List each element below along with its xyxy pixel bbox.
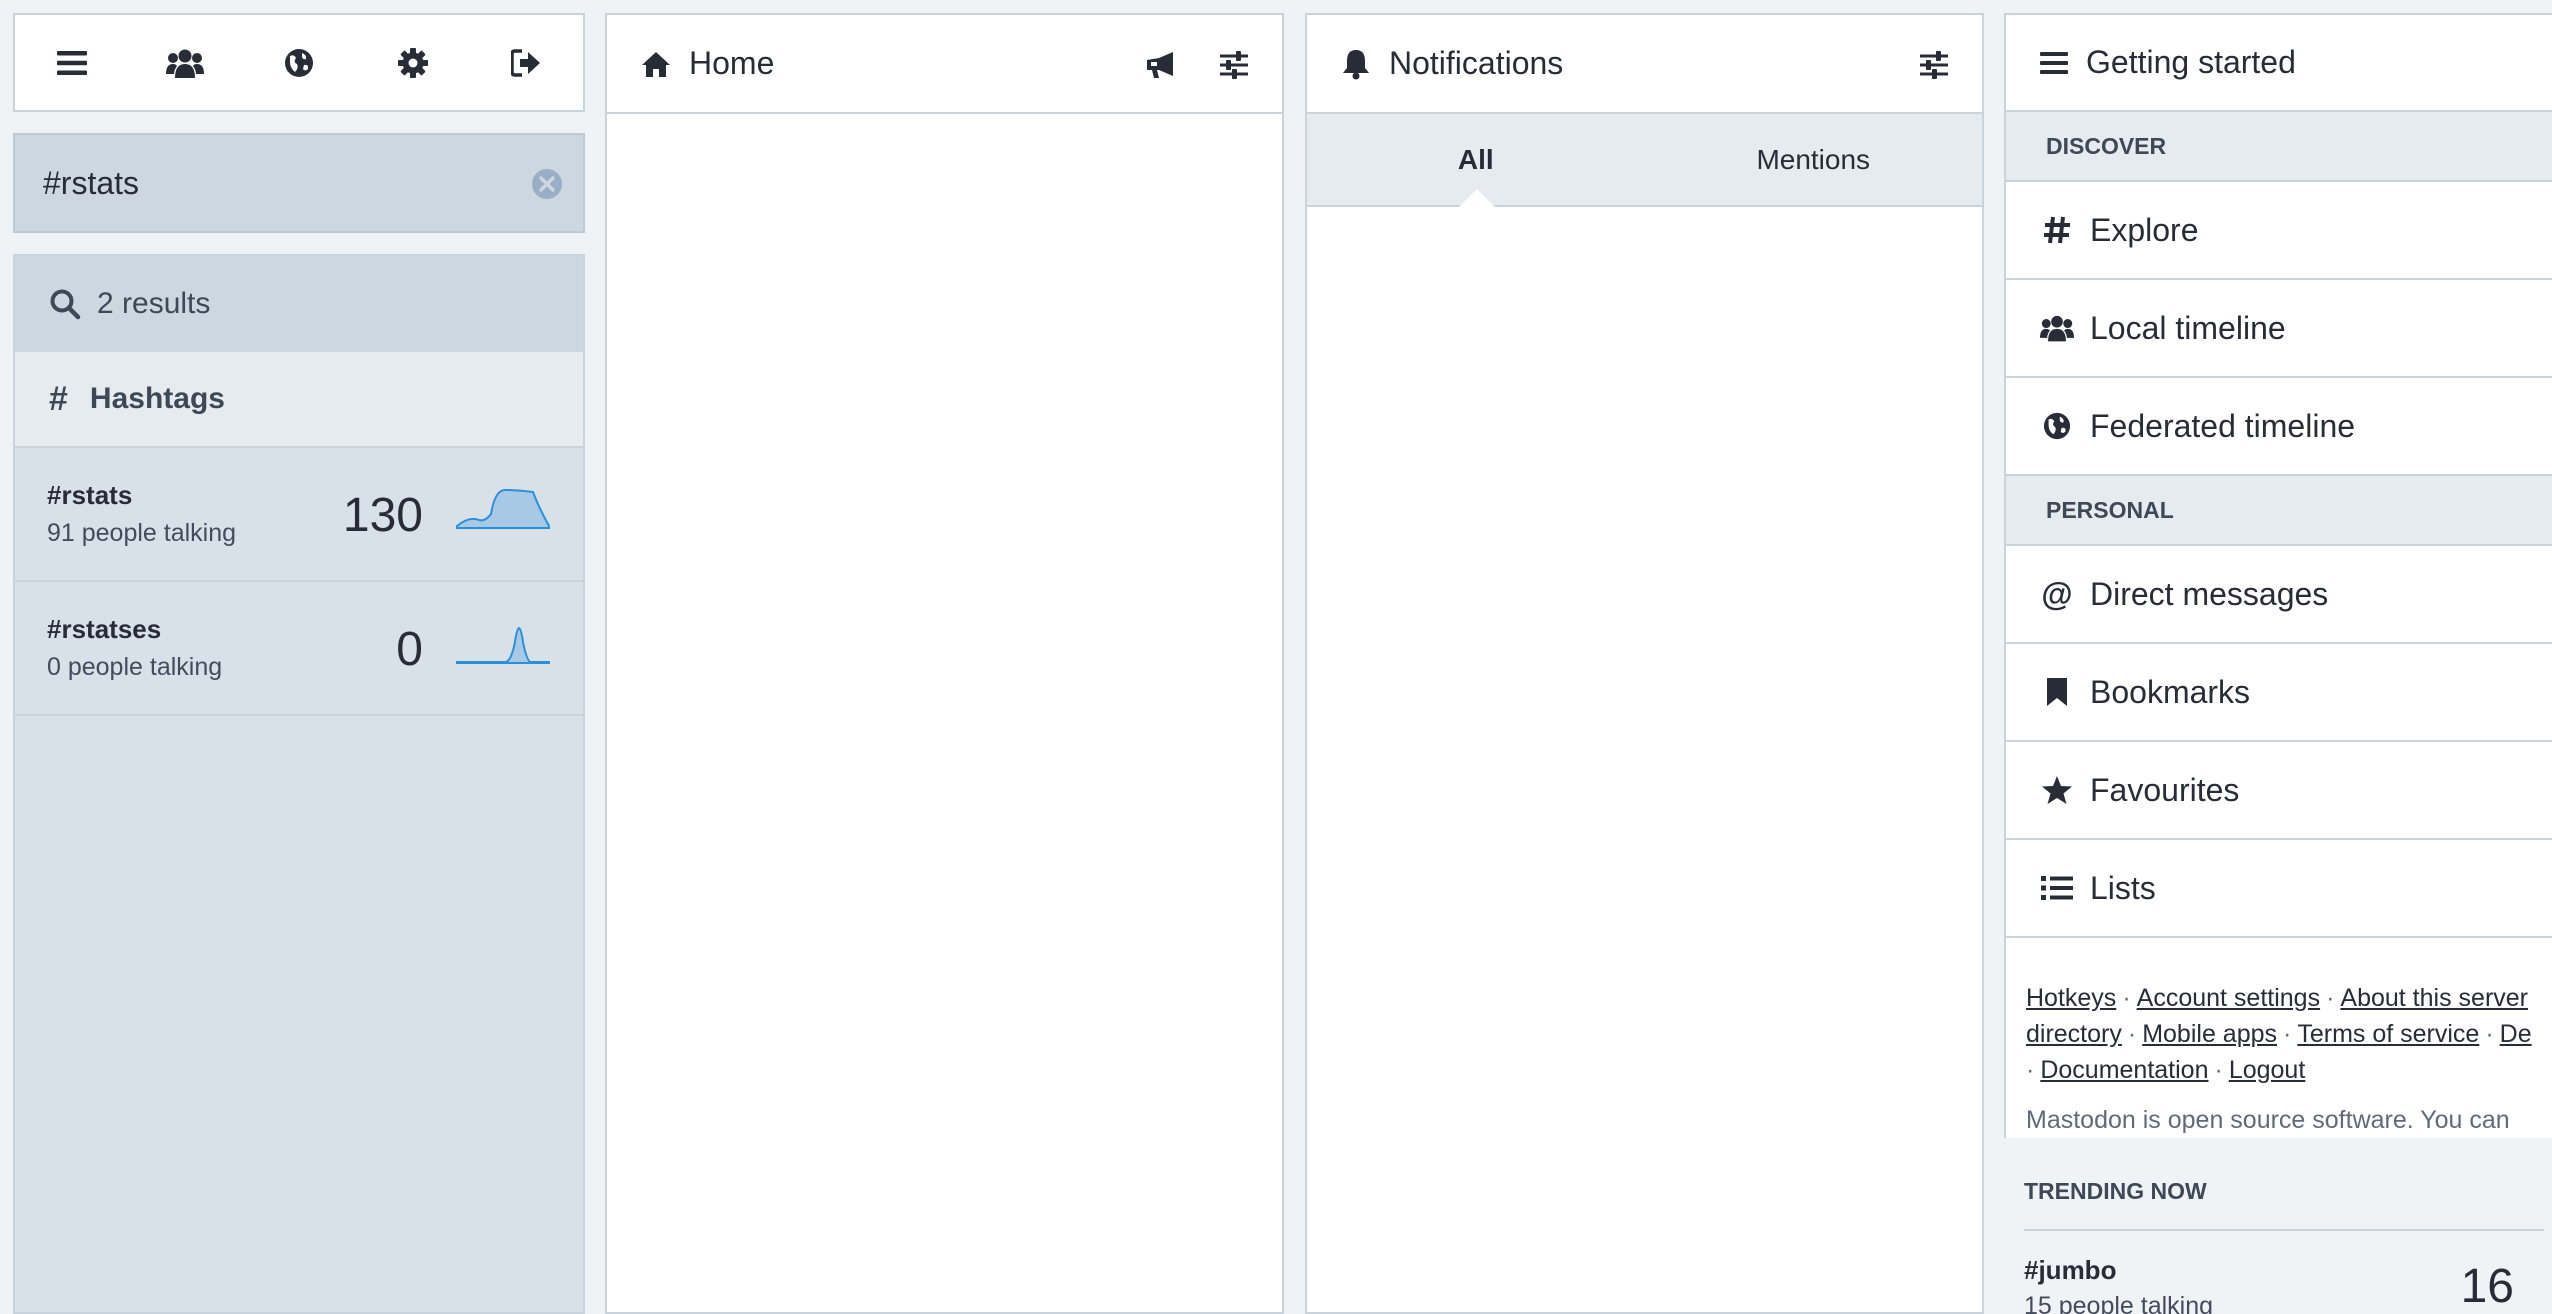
logout-icon[interactable] <box>496 33 556 93</box>
nav-lists-label: Lists <box>2090 869 2156 906</box>
column-settings-icon[interactable] <box>1212 43 1256 87</box>
hashtag-count: 0 <box>396 623 423 676</box>
hashtag-name[interactable]: #rstatses <box>47 614 222 645</box>
hashtag-icon: # <box>49 379 68 418</box>
nav-bookmarks-label: Bookmarks <box>2090 673 2251 710</box>
globe-icon <box>2040 412 2074 440</box>
announcements-icon[interactable] <box>1140 43 1184 87</box>
clear-search-icon[interactable] <box>531 168 563 200</box>
trending-hashtag[interactable]: #jumbo 15 people talking 16 <box>2024 1229 2544 1314</box>
bell-icon <box>1341 48 1371 80</box>
notifications-header[interactable]: Notifications <box>1307 15 1982 114</box>
getting-started-footer: Hotkeys · Account settings · About this serv… <box>2004 938 2552 1138</box>
search-results: 2 results # Hashtags #rstats 91 people t… <box>13 254 585 1314</box>
menu-icon <box>2040 51 2068 75</box>
open-source-note: Mastodon is open source software. You ca… <box>2026 1106 2510 1134</box>
menu-icon[interactable] <box>42 33 102 93</box>
hashtag-icon <box>2040 215 2074 245</box>
tab-mentions[interactable]: Mentions <box>1645 114 1983 205</box>
drawer: 2 results # Hashtags #rstats 91 people t… <box>13 13 585 1314</box>
nav-explore[interactable]: Explore <box>2006 182 2552 280</box>
hashtag-name[interactable]: #rstats <box>47 480 236 511</box>
gear-icon[interactable] <box>383 33 443 93</box>
notification-filter-bar: All Mentions <box>1307 114 1982 207</box>
personal-subheading: PERSONAL <box>2006 476 2552 546</box>
trending-title: TRENDING NOW <box>2024 1178 2207 1204</box>
nav-local-timeline-label: Local timeline <box>2090 309 2286 346</box>
search-icon <box>50 289 81 320</box>
getting-started-title: Getting started <box>2086 44 2296 80</box>
results-count: 2 results <box>15 256 583 352</box>
getting-started-column: Getting started DISCOVER Explore Local t… <box>2004 13 2552 1314</box>
hashtag-sparkline <box>456 626 550 664</box>
search-box <box>13 133 585 233</box>
nav-direct-messages-label: Direct messages <box>2090 575 2329 612</box>
footer-links: Hotkeys · Account settings · About this serv… <box>2026 984 2532 1084</box>
hashtag-people: 91 people talking <box>47 519 237 547</box>
drawer-header <box>13 13 585 112</box>
column-settings-icon[interactable] <box>1912 43 1956 87</box>
hashtag-result[interactable]: #rstatses 0 people talking 0 <box>15 582 583 716</box>
search-input[interactable] <box>15 135 583 231</box>
nav-federated-timeline-label: Federated timeline <box>2090 407 2356 444</box>
nav-federated-timeline[interactable]: Federated timeline <box>2006 378 2552 476</box>
home-header[interactable]: Home <box>607 15 1282 114</box>
globe-icon[interactable] <box>269 33 329 93</box>
hashtags-label: Hashtags <box>89 382 225 415</box>
users-icon[interactable] <box>155 33 215 93</box>
bookmark-icon <box>2040 677 2074 707</box>
discover-subheading: DISCOVER <box>2006 112 2552 182</box>
link-about-server[interactable]: About this server <box>2340 984 2528 1012</box>
active-tab-indicator <box>1459 189 1495 207</box>
link-mobile-apps[interactable]: Mobile apps <box>2142 1020 2277 1048</box>
link-directory[interactable]: directory <box>2026 1020 2122 1048</box>
star-icon <box>2040 775 2074 805</box>
nav-explore-label: Explore <box>2090 211 2199 248</box>
getting-started-nav: DISCOVER Explore Local timeline Federate… <box>2004 112 2552 938</box>
notifications-title: Notifications <box>1389 45 1564 81</box>
trending-now: TRENDING NOW #jumbo 15 people talking 16 <box>2004 1138 2552 1314</box>
nav-direct-messages[interactable]: @ Direct messages <box>2006 546 2552 644</box>
link-hotkeys[interactable]: Hotkeys <box>2026 984 2116 1012</box>
home-title: Home <box>689 45 775 81</box>
link-account-settings[interactable]: Account settings <box>2137 984 2320 1012</box>
notifications-column: Notifications All Mentions <box>1305 13 1984 1314</box>
hashtag-people: 0 people talking <box>47 653 223 681</box>
getting-started-header: Getting started <box>2004 13 2552 112</box>
list-icon <box>2040 875 2074 901</box>
link-logout[interactable]: Logout <box>2229 1056 2305 1084</box>
at-icon: @ <box>2041 575 2073 612</box>
nav-lists[interactable]: Lists <box>2006 840 2552 938</box>
hashtags-section-header: # Hashtags <box>15 352 583 448</box>
link-developers[interactable]: De <box>2500 1020 2532 1048</box>
trending-hashtag-count: 16 <box>2460 1260 2514 1313</box>
nav-favourites[interactable]: Favourites <box>2006 742 2552 840</box>
home-icon <box>641 50 671 78</box>
link-documentation[interactable]: Documentation <box>2040 1056 2208 1084</box>
users-icon <box>2040 314 2074 342</box>
nav-local-timeline[interactable]: Local timeline <box>2006 280 2552 378</box>
nav-bookmarks[interactable]: Bookmarks <box>2006 644 2552 742</box>
hashtag-sparkline <box>456 488 550 529</box>
hashtag-count: 130 <box>342 489 423 542</box>
home-column: Home <box>605 13 1284 1314</box>
nav-favourites-label: Favourites <box>2090 771 2240 808</box>
link-terms-of-service[interactable]: Terms of service <box>2297 1020 2479 1048</box>
hashtag-result[interactable]: #rstats 91 people talking 130 <box>15 448 583 582</box>
results-count-label: 2 results <box>97 287 211 320</box>
